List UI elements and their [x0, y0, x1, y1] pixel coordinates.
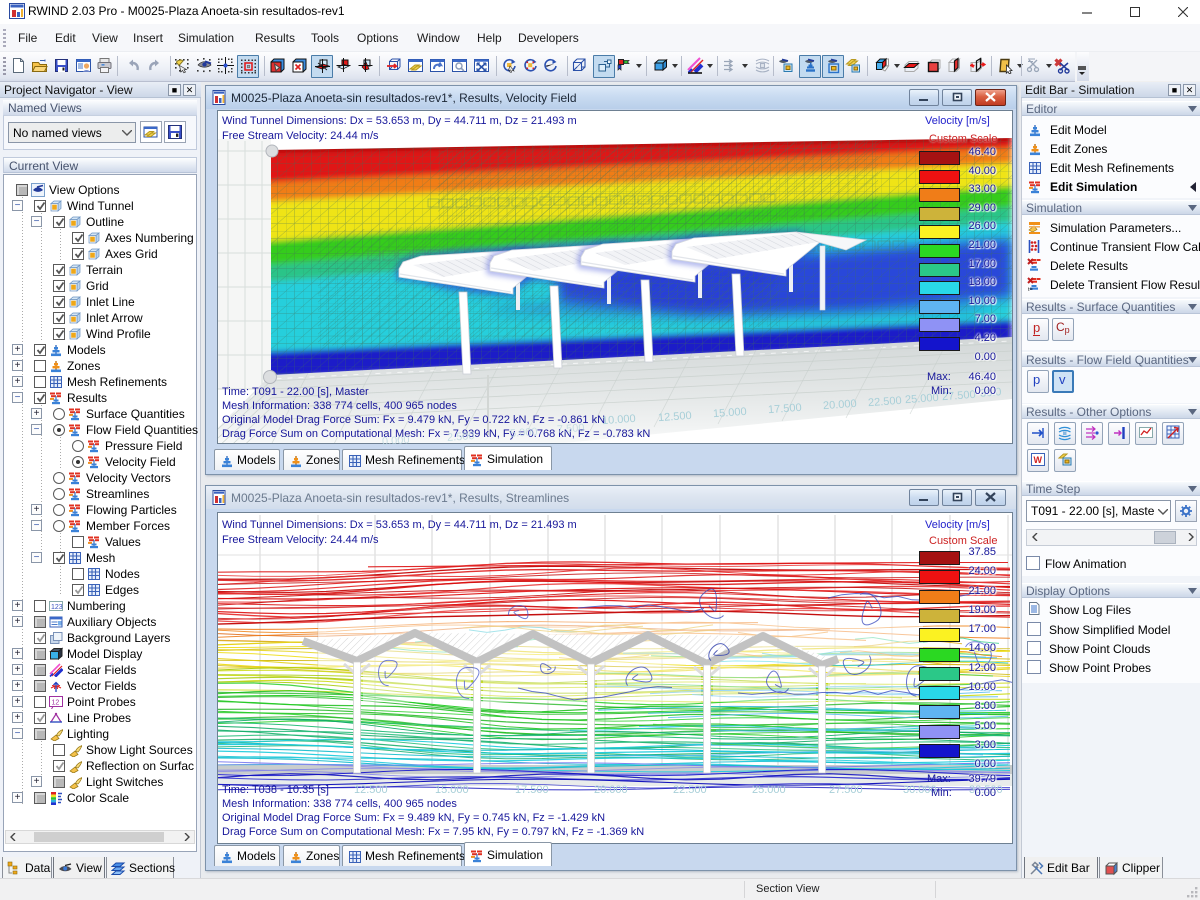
svg-text:12: 12 — [52, 700, 60, 707]
svg-text:t=: t= — [1028, 287, 1033, 292]
svg-text:W: W — [1034, 455, 1043, 465]
svg-text:123: 123 — [51, 604, 63, 611]
